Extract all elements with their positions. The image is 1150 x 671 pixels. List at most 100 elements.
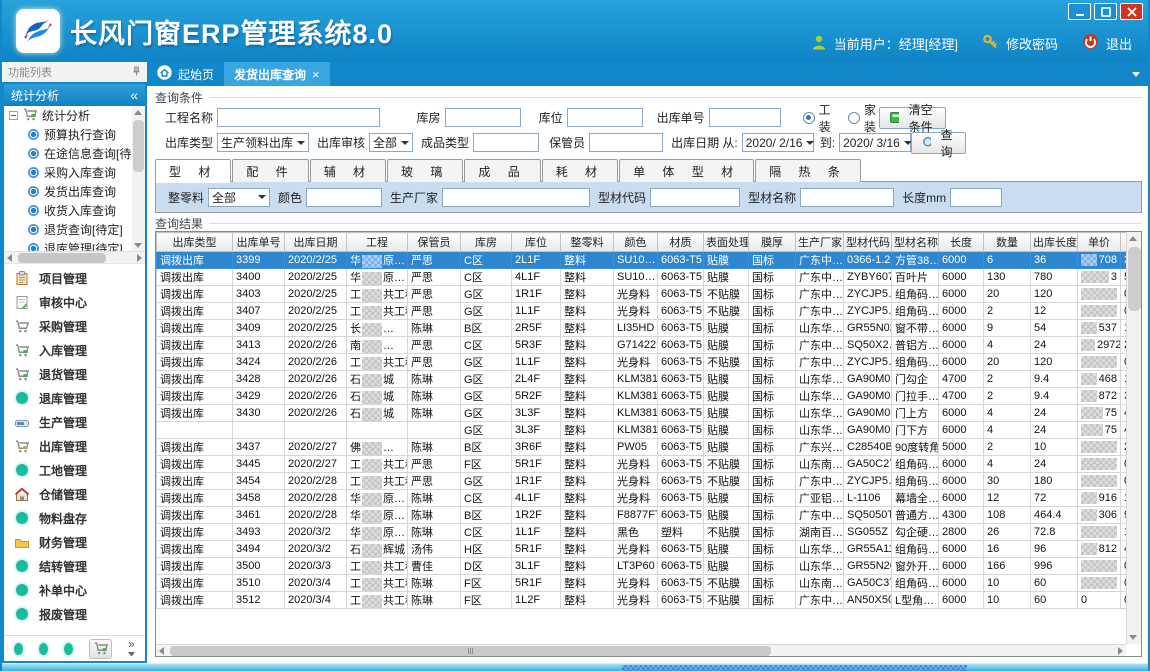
teal-dot-icon[interactable]: [39, 643, 48, 655]
product-type-input[interactable]: [473, 133, 539, 152]
column-header-film[interactable]: 膜厚: [749, 233, 796, 252]
tree-root[interactable]: 统计分析: [4, 106, 132, 125]
search-button[interactable]: 查 询: [911, 132, 966, 154]
tree-item[interactable]: 预算执行查询: [4, 125, 132, 144]
tree-item[interactable]: 发货出库查询: [4, 182, 132, 201]
table-row[interactable]: 调拨出库34942020/3/2石辉城汤伟H区5R1F整料光身料6063-T5贴…: [157, 541, 1143, 558]
radio-jiazhuang[interactable]: [848, 112, 860, 124]
table-row[interactable]: 调拨出库34072020/2/25工共工程严思G区1L1F整料光身料6063-T…: [157, 303, 1143, 320]
audit-select[interactable]: 全部: [369, 133, 413, 152]
column-header-maker[interactable]: 生产厂家: [796, 233, 844, 252]
column-header-qty[interactable]: 数量: [984, 233, 1031, 252]
material-tab[interactable]: 配 件: [232, 159, 308, 182]
tree-horizontal-scrollbar[interactable]: [4, 252, 145, 264]
table-row[interactable]: 调拨出库34092020/2/25长…陈琳B区2R5F整料LI35HD6063-…: [157, 320, 1143, 337]
change-password-link[interactable]: 修改密码: [1006, 34, 1058, 53]
tree-item[interactable]: 退库管理[待定]: [4, 239, 132, 252]
table-row[interactable]: 调拨出库34452020/2/27工共工程严思F区5R1F整料光身料6063-T…: [157, 456, 1143, 473]
color-input[interactable]: [306, 188, 382, 207]
pin-icon[interactable]: [132, 66, 141, 79]
collapse-icon[interactable]: «: [130, 87, 138, 103]
tab-shipment-outbound-query[interactable]: 发货出库查询 ×: [224, 62, 330, 86]
material-tab[interactable]: 单 体 型 材: [619, 159, 754, 182]
table-row[interactable]: 调拨出库34032020/2/25工共工程严思G区1R1F整料光身料6063-T…: [157, 286, 1143, 303]
sidebar-item-退货管理[interactable]: 退货管理: [4, 362, 145, 386]
table-row[interactable]: 调拨出库34372020/2/27佛…陈琳B区3R6F整料PW056063-T5…: [157, 439, 1143, 456]
table-row[interactable]: 调拨出库34302020/2/26石城陈琳G区3L3F整料KLM38176063…: [157, 405, 1143, 422]
material-tab[interactable]: 玻 璃: [387, 159, 463, 182]
column-header-material[interactable]: 材质: [658, 233, 704, 252]
table-row[interactable]: 调拨出库34582020/2/28华原…陈琳C区4L1F整料光身料6063-T5…: [157, 490, 1143, 507]
maker-input[interactable]: [442, 188, 590, 207]
sidebar-item-补单中心[interactable]: 补单中心: [4, 578, 145, 602]
teal-dot-icon[interactable]: [64, 643, 73, 655]
material-tab[interactable]: 型 材: [155, 159, 231, 182]
table-row[interactable]: 调拨出库35122020/3/4工共工程陈琳F区1L2F整料光身料6063-T5…: [157, 592, 1143, 609]
tree-item[interactable]: 收货入库查询: [4, 201, 132, 220]
column-header-color[interactable]: 颜色: [614, 233, 658, 252]
column-header-room[interactable]: 库房: [461, 233, 512, 252]
overflow-chevron[interactable]: »: [128, 640, 135, 658]
sidebar-section-header[interactable]: 统计分析 «: [4, 84, 145, 106]
sidebar-item-财务管理[interactable]: 财务管理: [4, 530, 145, 554]
table-row[interactable]: 调拨出库34132020/2/26南…严思C区5R3F整料G714226063-…: [157, 337, 1143, 354]
radio-gongzhuang[interactable]: [803, 112, 815, 124]
column-header-loc[interactable]: 库位: [512, 233, 561, 252]
sidebar-item-项目管理[interactable]: 项目管理: [4, 266, 145, 290]
project-name-input[interactable]: [217, 108, 380, 127]
material-tab[interactable]: 隔 热 条: [755, 159, 861, 182]
whole-piece-select[interactable]: 全部: [208, 188, 270, 207]
table-row[interactable]: 调拨出库35002020/3/3工共工程曹佳D区3L1F整料LT3P606063…: [157, 558, 1143, 575]
column-header-type[interactable]: 出库类型: [157, 233, 233, 252]
column-header-project[interactable]: 工程: [347, 233, 408, 252]
warehouse-input[interactable]: [445, 108, 521, 127]
length-input[interactable]: [950, 188, 1002, 207]
date-from-picker[interactable]: 2020/ 2/16: [742, 133, 814, 152]
location-input[interactable]: [567, 108, 643, 127]
tree-item[interactable]: 在途信息查询[待: [4, 144, 132, 163]
material-tab[interactable]: 耗 材: [542, 159, 618, 182]
column-header-surface[interactable]: 表面处理: [704, 233, 749, 252]
column-header-length[interactable]: 长度: [939, 233, 984, 252]
material-tab[interactable]: 成 品: [464, 159, 540, 182]
table-row[interactable]: 调拨出库34932020/3/2华原…陈琳C区1L1F整料黑色塑料不贴膜国标湖南…: [157, 524, 1143, 541]
maximize-button[interactable]: [1094, 3, 1117, 20]
logout-link[interactable]: 退出: [1106, 34, 1132, 53]
column-header-no[interactable]: 出库单号: [233, 233, 285, 252]
sidebar-item-入库管理[interactable]: 入库管理: [4, 338, 145, 362]
table-vertical-scrollbar[interactable]: [1126, 232, 1141, 644]
sidebar-item-出库管理[interactable]: 出库管理: [4, 434, 145, 458]
table-row[interactable]: 调拨出库34612020/2/28华原…陈琳B区1R2F整料F8877FT606…: [157, 507, 1143, 524]
sidebar-item-物料盘存[interactable]: 物料盘存: [4, 506, 145, 530]
table-row[interactable]: 调拨出库34542020/2/28工共工程严思G区1R1F整料光身料6063-T…: [157, 473, 1143, 490]
tree-item[interactable]: 退货查询[待定]: [4, 220, 132, 239]
order-no-input[interactable]: [709, 108, 781, 127]
tab-list-dropdown-icon[interactable]: [1132, 72, 1140, 77]
date-to-picker[interactable]: 2020/ 3/16: [839, 133, 911, 152]
clear-conditions-button[interactable]: 清空条件: [879, 107, 946, 129]
sidebar-item-审核中心[interactable]: 审核中心: [4, 290, 145, 314]
table-row[interactable]: 调拨出库34292020/2/26石城陈琳G区5R2F整料KLM38176063…: [157, 388, 1143, 405]
sidebar-item-工地管理[interactable]: 工地管理: [4, 458, 145, 482]
tree-item[interactable]: 采购入库查询: [4, 163, 132, 182]
table-row[interactable]: 调拨出库34242020/2/26工共工程严思G区1L1F整料光身料6063-T…: [157, 354, 1143, 371]
table-row[interactable]: 调拨出库33992020/2/25华原…严思C区2L1F整料SU10…6063-…: [157, 252, 1143, 269]
sidebar-item-生产管理[interactable]: 生产管理: [4, 410, 145, 434]
minimize-button[interactable]: [1068, 3, 1091, 20]
table-row[interactable]: 调拨出库34002020/2/25华原…严思C区4L1F整料SU10…6063-…: [157, 269, 1143, 286]
column-header-date[interactable]: 出库日期: [285, 233, 347, 252]
sidebar-item-采购管理[interactable]: 采购管理: [4, 314, 145, 338]
cart-quick-button[interactable]: [89, 639, 112, 659]
sidebar-item-仓储管理[interactable]: 仓储管理: [4, 482, 145, 506]
sidebar-item-退库管理[interactable]: 退库管理: [4, 386, 145, 410]
tree-expander-icon[interactable]: [9, 111, 18, 120]
tree-vertical-scrollbar[interactable]: [132, 106, 145, 252]
column-header-name[interactable]: 型材名称: [892, 233, 939, 252]
column-header-keeper[interactable]: 保管员: [408, 233, 461, 252]
column-header-whole[interactable]: 整零料: [561, 233, 614, 252]
material-tab[interactable]: 辅 材: [310, 159, 386, 182]
table-row[interactable]: 调拨出库35102020/3/4工共工程陈琳F区5R1F整料光身料6063-T5…: [157, 575, 1143, 592]
table-row[interactable]: G区3L3F整料KLM38176063-T5贴膜国标山东华…GA90M09.门下…: [157, 422, 1143, 439]
profile-code-input[interactable]: [650, 188, 740, 207]
keeper-input[interactable]: [589, 133, 663, 152]
